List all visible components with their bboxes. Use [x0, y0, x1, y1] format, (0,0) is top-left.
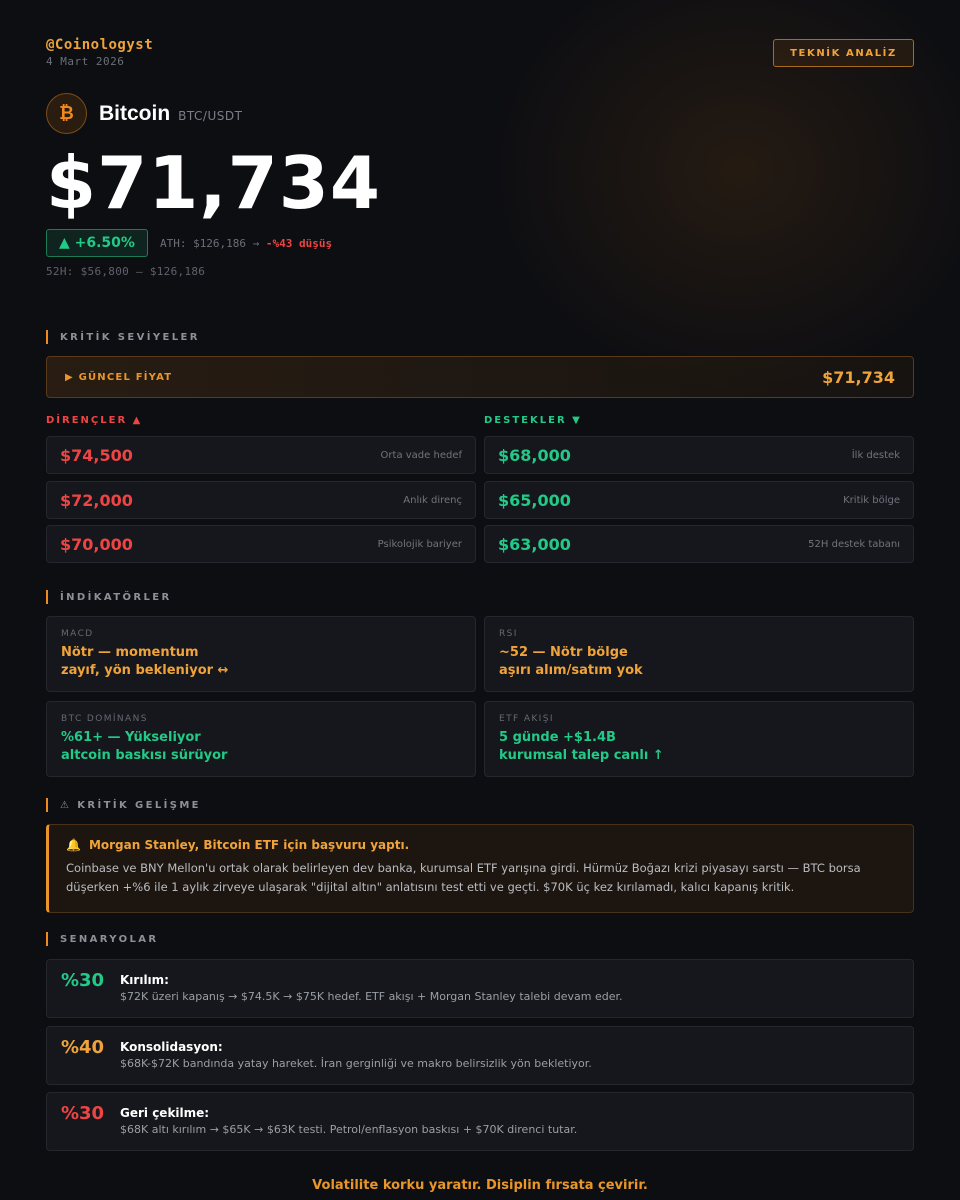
scenario-probability: %40 — [61, 1037, 105, 1058]
level-note: Anlık direnç — [403, 494, 462, 506]
author-handle[interactable]: @Coinologyst — [46, 37, 153, 53]
support-level: $63,000 52H destek tabanı — [484, 525, 914, 563]
scenario-description: $72K üzeri kapanış → $74.5K → $75K hedef… — [120, 990, 623, 1003]
scenario-description: $68K altı kırılım → $65K → $63K testi. P… — [120, 1123, 578, 1136]
news-box: 🔔 Morgan Stanley, Bitcoin ETF için başvu… — [46, 824, 914, 913]
indicator-label: ETF AKIŞI — [499, 714, 554, 724]
indicator-label: MACD — [61, 629, 94, 639]
scenario-description: $68K-$72K bandında yatay hareket. İran g… — [120, 1057, 592, 1070]
level-value: $63,000 — [498, 534, 571, 554]
indicator-text: %61+ — Yükseliyor altcoin baskısı sürüyo… — [61, 730, 228, 763]
ath-value: ATH: $126,186 → — [159, 236, 260, 250]
resistance-level: $70,000 Psikolojik bariyer — [46, 525, 476, 563]
post-date: 4 Mart 2026 — [46, 55, 125, 68]
section-critical-development: ⚠ KRİTİK GELİŞME — [46, 798, 201, 812]
indicator-card-etf-flow: ETF AKIŞI 5 günde +$1.4B kurumsal talep … — [484, 701, 914, 777]
indicator-card-macd: MACD Nötr — momentum zayıf, yön bekleniy… — [46, 616, 476, 692]
current-price-value: $71,734 — [822, 367, 895, 387]
current-price-bar: ▶ GÜNCEL FİYAT $71,734 — [46, 356, 914, 398]
section-critical-levels: KRİTİK SEVİYELER — [46, 330, 200, 344]
ath-drop: -%43 düşüş — [265, 236, 333, 250]
indicator-label: RSI — [499, 629, 518, 639]
ath-info: ATH: $126,186 → -%43 düşüş — [160, 237, 332, 250]
section-title: SENARYOLAR — [60, 933, 159, 945]
scenario-title: Kırılım: — [120, 973, 169, 987]
news-body: Coinbase ve BNY Mellon'u ortak olarak be… — [66, 861, 861, 894]
section-scenarios: SENARYOLAR — [46, 932, 159, 946]
trading-pair: BTC/USDT — [178, 108, 243, 123]
resistance-level: $72,000 Anlık direnç — [46, 481, 476, 519]
level-value: $74,500 — [60, 445, 133, 465]
change-badge: ▲ +6.50% — [46, 229, 148, 257]
section-title: KRİTİK SEVİYELER — [60, 331, 200, 343]
analysis-card: @Coinologyst 4 Mart 2026 TEKNİK ANALİZ ₿… — [46, 0, 914, 1200]
range-52-week: 52H: $56,800 – $126,186 — [46, 265, 206, 278]
news-title: Morgan Stanley, Bitcoin ETF için başvuru… — [88, 838, 410, 852]
section-accent — [46, 932, 48, 946]
scenario-title: Konsolidasyon: — [120, 1040, 223, 1054]
indicator-card-dominance: BTC DOMİNANS %61+ — Yükseliyor altcoin b… — [46, 701, 476, 777]
support-level: $65,000 Kritik bölge — [484, 481, 914, 519]
bell-icon: 🔔 — [66, 838, 81, 852]
scenario-card-consolidation: %40 Konsolidasyon: $68K-$72K bandında ya… — [46, 1026, 914, 1085]
supports-title: DESTEKLER ▼ — [484, 415, 582, 426]
section-accent — [46, 330, 48, 344]
level-note: Orta vade hedef — [380, 449, 462, 461]
price-change-row: ▲ +6.50% ATH: $126,186 → -%43 düşüş — [46, 229, 332, 257]
support-level: $68,000 İlk destek — [484, 436, 914, 474]
level-note: Kritik bölge — [843, 494, 900, 506]
indicator-text: 5 günde +$1.4B kurumsal talep canlı ↑ — [499, 730, 664, 763]
coin-name: Bitcoin — [99, 101, 171, 125]
section-accent — [46, 590, 48, 604]
indicator-card-rsi: RSI ~52 — Nötr bölge aşırı alım/satım yo… — [484, 616, 914, 692]
current-price: $71,734 — [46, 141, 381, 225]
bitcoin-icon: ₿ — [46, 93, 87, 134]
scenario-title: Geri çekilme: — [120, 1106, 210, 1120]
indicator-label: BTC DOMİNANS — [61, 714, 148, 724]
news-title-row: 🔔 Morgan Stanley, Bitcoin ETF için başvu… — [66, 838, 896, 852]
scenario-probability: %30 — [61, 1103, 105, 1124]
level-note: İlk destek — [851, 449, 900, 461]
scenario-probability: %30 — [61, 970, 105, 991]
level-value: $68,000 — [498, 445, 571, 465]
section-indicators: İNDİKATÖRLER — [46, 590, 172, 604]
level-note: Psikolojik bariyer — [377, 538, 462, 550]
resistance-level: $74,500 Orta vade hedef — [46, 436, 476, 474]
section-accent — [46, 798, 48, 812]
section-title: İNDİKATÖRLER — [60, 591, 172, 603]
level-value: $65,000 — [498, 490, 571, 510]
current-price-label: ▶ GÜNCEL FİYAT — [65, 371, 173, 383]
scenario-card-breakout: %30 Kırılım: $72K üzeri kapanış → $74.5K… — [46, 959, 914, 1018]
indicator-text: ~52 — Nötr bölge aşırı alım/satım yok — [499, 645, 643, 678]
technical-analysis-tag[interactable]: TEKNİK ANALİZ — [773, 39, 914, 67]
level-note: 52H destek tabanı — [808, 538, 900, 550]
level-value: $72,000 — [60, 490, 133, 510]
section-title: ⚠ KRİTİK GELİŞME — [60, 799, 201, 811]
level-value: $70,000 — [60, 534, 133, 554]
indicator-text: Nötr — momentum zayıf, yön bekleniyor ↔ — [61, 645, 229, 678]
scenario-card-pullback: %30 Geri çekilme: $68K altı kırılım → $6… — [46, 1092, 914, 1151]
coin-header: ₿ Bitcoin BTC/USDT — [46, 93, 242, 134]
resistances-title: DİRENÇLER ▲ — [46, 415, 143, 426]
footer-slogan: Volatilite korku yaratır. Disiplin fırsa… — [312, 1178, 648, 1193]
